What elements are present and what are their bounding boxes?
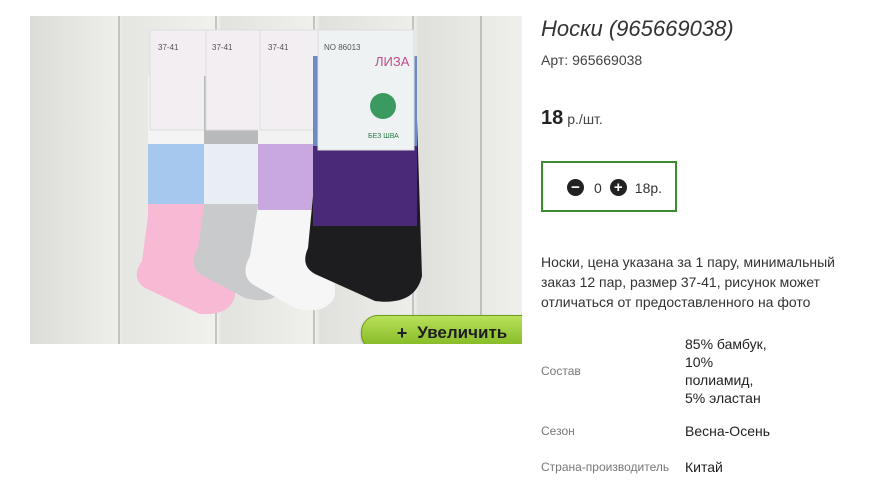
zoom-button[interactable]: + Увеличить: [361, 315, 522, 344]
property-value: Китай: [685, 459, 723, 475]
article-number: Арт: 965669038: [541, 52, 642, 68]
cart-total: 18р.: [634, 179, 663, 196]
zoom-button-label: Увеличить: [417, 323, 508, 342]
price-value: 18: [541, 107, 564, 129]
property-value: 85% бамбук, 10% полиамид, 5% эластан: [685, 336, 767, 406]
product-image[interactable]: 37-41 37-41 37-41 NO 86013 ЛИЗА БЕЗ ШВА …: [30, 16, 522, 344]
seamless-badge: БЕЗ ШВА: [368, 133, 399, 140]
minus-icon[interactable]: −: [567, 179, 584, 196]
quantity-value[interactable]: 0: [594, 180, 602, 196]
socks-illustration: 37-41 37-41 37-41 NO 86013 ЛИЗА БЕЗ ШВА: [136, 29, 422, 315]
plus-circle-icon[interactable]: +: [609, 179, 627, 196]
property-row: Страна-производитель Китай: [541, 447, 775, 487]
property-row: Состав 85% бамбук, 10% полиамид, 5% элас…: [541, 327, 775, 415]
sock-tag-3: 37-41: [268, 43, 289, 52]
properties-table: Состав 85% бамбук, 10% полиамид, 5% элас…: [541, 327, 775, 487]
property-key: Состав: [541, 364, 581, 378]
property-key: Сезон: [541, 424, 575, 438]
price-unit: р./шт.: [567, 111, 603, 127]
price: 18 р./шт.: [541, 107, 603, 130]
sock-tag-1: 37-41: [158, 43, 179, 52]
article-label: Арт:: [541, 52, 569, 68]
plus-icon: +: [396, 322, 408, 343]
product-description: Носки, цена указана за 1 пару, минимальн…: [541, 254, 835, 310]
sock-purple: [305, 29, 422, 302]
product-title: Носки (965669038): [541, 16, 734, 41]
property-value: Весна-Осень: [685, 423, 771, 439]
sock-tag-4: NO 86013: [324, 43, 361, 52]
sock-tag-2: 37-41: [212, 43, 233, 52]
brand-label: ЛИЗА: [375, 54, 410, 69]
quantity-selector: − 0 + 18р.: [541, 161, 677, 212]
property-key: Страна-производитель: [541, 460, 670, 474]
property-row: Сезон Весна-Осень: [541, 415, 775, 447]
article-value: 965669038: [572, 52, 643, 68]
